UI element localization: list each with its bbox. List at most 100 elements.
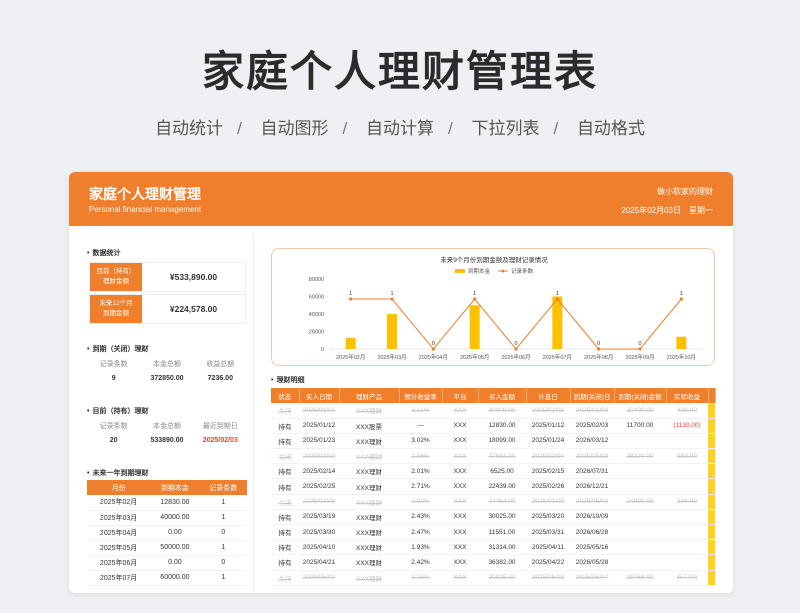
table-row[interactable]: 持有 2025/04/21 XXX理财 2.42% XXX 36382.00 2025/04… [271,554,715,571]
column-header[interactable]: 实际收益 [666,388,709,403]
table-cell: 2.47% [399,524,442,541]
table-cell: 持有 [271,418,299,434]
feature-item: 自动图形 [260,119,329,138]
y-tick-label: 20000 [309,330,324,336]
table-cell: 2.43% [399,509,442,526]
x-tick-label: 2025年08月 [584,353,613,361]
row-marker [708,509,715,526]
holding-summary: 记录条数 本金总额 最近到期日 20 533890.00 2025/02/03 [99,422,238,445]
table-cell [614,524,666,541]
section-title: 理财明细 [271,375,304,385]
table-cell: XXX理财 [339,478,399,495]
table-row[interactable]: 关闭 2025/02/03 XXX理财 2.56% XXX 37561.00 2025/02… [271,448,715,465]
table-cell: XXX理财 [339,524,399,541]
section-title: 未来一年到期理财 [87,468,148,478]
table-cell: XXX [442,494,478,510]
table-row[interactable]: 持有 2025/02/25 XXX理财 2.71% XXX 22439.00 2025/02… [271,478,715,495]
table-cell: 1 [199,495,247,511]
y-tick-label: 0 [321,347,324,353]
table-row[interactable]: 持有 2025/02/14 XXX理财 2.01% XXX 6525.00 2025/02/… [271,463,715,480]
y-tick-label: 40000 [309,312,324,318]
table-cell: 2025/01/03 [570,403,614,419]
holding-amount-box[interactable]: 目前（持有） 理财金额 ¥533,890.00 [89,262,246,292]
table-row[interactable]: 持有 2025/03/30 XXX理财 2.47% XXX 11551.00 2025/03… [271,524,715,541]
table-cell: 3.02% [399,433,442,450]
x-tick-label: 2025年07月 [543,353,572,361]
bar [676,336,687,349]
table-cell: 2025/03/19 [299,509,339,526]
table-cell: 2025/01/12 [299,418,339,434]
table-cell: 31314.00 [478,539,526,556]
line-point [431,347,435,351]
row-marker [708,448,715,465]
table-cell: 持有 [271,554,299,571]
table-cell: 2025/04/10 [299,539,339,556]
row-marker [708,494,715,510]
table-cell: 12830.00 [150,495,200,511]
table-cell: 2026/10/09 [570,509,614,526]
table-cell: XXX [442,478,478,495]
table-cell: XXX理财 [339,539,399,556]
column-header[interactable]: 理财产品 [339,388,400,403]
line-point [514,347,518,351]
table-cell [666,554,708,571]
table-cell: 2025年03月 [87,510,151,526]
column-header[interactable]: 买入金额 [478,388,527,403]
due-chart: 未来9个月份到期金额及理财记录情况 到期本金 记录条数 80000 60000 40000… [271,248,715,366]
data-label: 1 [556,291,559,297]
row-marker [708,478,715,495]
table-cell: (1130.00) [666,418,708,434]
table-row[interactable]: 2025年05月 50000.00 1 [87,540,247,556]
table-row[interactable]: 关闭 2025/01/01 XXX理财 3.11% XXX 30000.00 2025/01… [271,403,715,419]
table-cell: 3.11% [399,403,442,419]
table-row[interactable]: 持有 2025/04/10 XXX理财 1.93% XXX 31314.00 2025/04… [271,539,715,556]
current-date: 2025年02月03日 [621,206,681,215]
legend-label: 记录条数 [511,267,534,275]
table-cell: 2025/02/14 [299,463,339,480]
table-cell: 关闭 [271,448,299,465]
table-cell: 2025/02/03 [570,418,614,434]
table-row[interactable]: 2025年04月 0.00 0 [87,525,247,541]
table-cell: 30000.00 [478,403,526,419]
table-row[interactable]: 持有 2025/01/12 XXX股票 — XXX 12830.00 2025/01/12 2… [271,418,715,434]
table-cell: 2025/01/01 [299,403,339,419]
table-cell: XXX [442,403,478,419]
column-header[interactable]: 计息日 [526,388,571,403]
data-label: 0 [638,341,641,347]
row-marker [708,403,715,419]
table-cell: 2025/03/08 [299,494,339,510]
table-row[interactable]: 持有 2025/03/19 XXX理财 2.43% XXX 30025.00 2025/03… [271,509,715,526]
table-row[interactable]: 2025年02月 12830.00 1 [87,495,247,511]
due-amount-box[interactable]: 未来12个月 到期金额 ¥224,578.00 [89,294,246,324]
table-cell: 336.00 [666,494,708,510]
table-row[interactable]: 2025年03月 40000.00 1 [87,510,247,526]
stat-label: 目前（持有） 理财金额 [90,263,142,291]
table-cell: 持有 [271,539,299,556]
column-header[interactable]: 预计收益率 [399,388,443,403]
data-label: 1 [349,291,352,297]
table-cell: 2025年07月 [87,570,151,586]
x-tick-label: 2025年10月 [667,353,696,361]
table-row[interactable]: 关闭 2025/03/08 XXX理财 2.02% XXX 24464.00 2025/03… [271,494,715,510]
table-cell [614,509,666,526]
column-header[interactable]: 平台 [442,388,479,403]
data-label: 1 [390,291,393,297]
column-header[interactable]: 买入日期 [299,388,340,403]
table-row[interactable]: 关闭 2025/05/02 XXX理财 2.26% XXX 20825.00 2025/05… [271,570,715,586]
table-cell: 0.00 [150,525,200,541]
table-row[interactable]: 2025年07月 60000.00 1 [87,570,247,586]
column-header[interactable]: 到期(关闭)金额 [614,388,667,403]
table-cell: 2.42% [399,554,442,571]
table-cell: XXX [442,524,478,541]
table-row[interactable]: 持有 2025/01/23 XXX理财 3.02% XXX 18099.00 2025/01… [271,433,715,450]
section-title: 到期（关闭）理财 [87,344,148,354]
table-cell: 0 [199,525,247,541]
table-cell [614,463,666,480]
column-header[interactable]: 到期(关闭)日 [570,388,615,403]
column-header: 月份 [87,480,151,495]
table-cell: 2026/07/31 [570,463,614,480]
column-header[interactable]: 状态 [271,388,300,403]
table-row[interactable]: 2025年06月 0.00 0 [87,555,247,571]
sheet-card: 家庭个人理财管理 Personal financial management 做… [69,172,733,593]
year-due-table: 月份 到期本金 记录条数 2025年02月 12830.00 1 2025年03月 40… [87,480,247,586]
